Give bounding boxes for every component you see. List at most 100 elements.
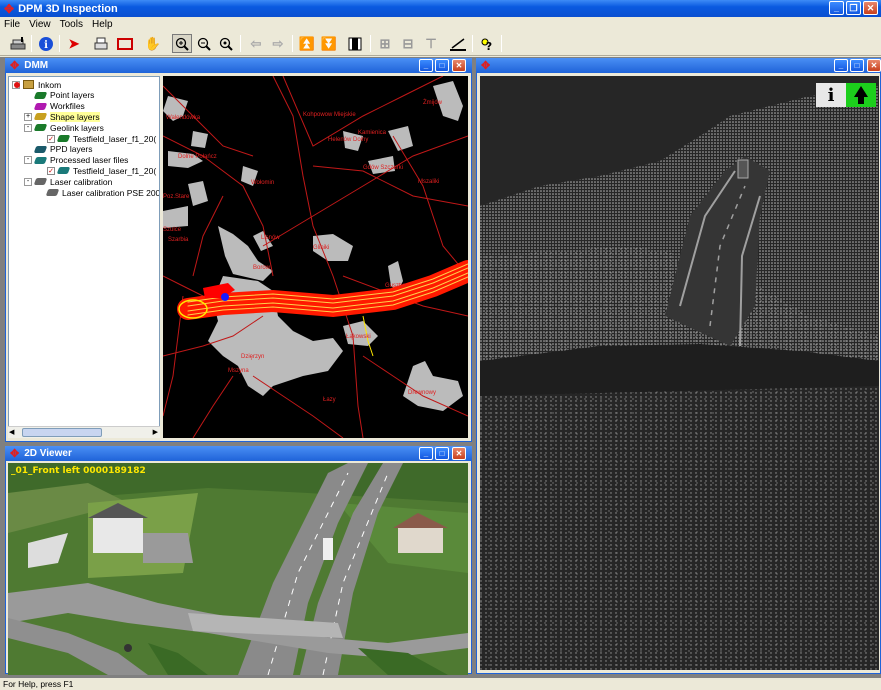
menu-help[interactable]: Help (92, 19, 113, 30)
status-bar: For Help, press F1 (0, 678, 881, 690)
tree-node[interactable]: - Laser calibration (24, 176, 112, 187)
dmm-titlebar: ✥ DMM _ □ ✕ (5, 58, 472, 73)
menu-view[interactable]: View (29, 19, 51, 30)
vector-map-view[interactable]: Walendówka Kohpowow Miejskie Kamienica H… (163, 76, 468, 438)
viewer2d-maximize-button[interactable]: □ (435, 447, 449, 460)
back-icon[interactable]: ⇦ (246, 34, 266, 53)
info-icon[interactable]: i (36, 34, 56, 53)
tree-node[interactable]: ✓ Testfield_laser_f1_20( (36, 133, 156, 144)
viewer2d-title: 2D Viewer (24, 448, 72, 459)
map-label: Poz.Stare (163, 194, 190, 200)
tree-node-label: PPD layers (50, 144, 93, 155)
print-icon[interactable] (91, 34, 111, 53)
map-label: Helenów Dolny (328, 137, 368, 143)
viewer3d-maximize-button[interactable]: □ (850, 59, 864, 72)
window-pin-icon: ✥ (10, 448, 20, 460)
collapse-icon[interactable]: - (24, 123, 32, 132)
tree-node[interactable]: + Shape layers (24, 111, 100, 122)
scroll-right-icon[interactable]: ▶ (153, 428, 158, 436)
tree-node[interactable]: -Inkom (12, 79, 61, 90)
viewer3d-close-button[interactable]: ✕ (867, 59, 881, 72)
map-label: Gdów Szczurki (363, 165, 403, 171)
viewer2d-minimize-button[interactable]: _ (419, 447, 433, 460)
dmm-close-button[interactable]: ✕ (452, 59, 466, 72)
zoom-in-icon[interactable] (172, 34, 192, 53)
scroll-thumb[interactable] (22, 428, 102, 437)
minimize-button[interactable]: _ (829, 1, 844, 15)
tree-node[interactable]: Laser calibration PSE 2006 (36, 187, 159, 198)
direction-indicator-icon[interactable] (846, 83, 876, 107)
map-label: Dolne Połańcz (178, 154, 217, 160)
tool-b-icon[interactable]: ⊟ (398, 34, 418, 53)
tree-node[interactable]: - Geolink layers (24, 122, 104, 133)
status-text: For Help, press F1 (3, 679, 74, 689)
black-white-icon[interactable] (345, 34, 365, 53)
tree-node-label: Inkom (38, 79, 62, 90)
tree-node[interactable]: Workfiles (24, 101, 85, 112)
app-logo-icon: ✥ (4, 1, 15, 16)
zoom-out-icon[interactable] (194, 34, 214, 53)
forward-icon[interactable]: ⇨ (268, 34, 288, 53)
tree-horizontal-scrollbar[interactable]: ◀ ▶ (8, 426, 160, 438)
viewer2d-titlebar: ✥ 2D Viewer _ □ ✕ (5, 446, 472, 461)
map-label: Łazy (323, 397, 336, 403)
map-label: Lisnów (261, 235, 280, 241)
tree-node-label: Testfield_laser_f1_20( (73, 165, 157, 176)
tree-node[interactable]: ✓ Testfield_laser_f1_20( (36, 165, 156, 176)
tree-node[interactable]: - Processed laser files (24, 155, 128, 166)
open-layer-icon[interactable] (8, 34, 28, 53)
tool-c-icon[interactable]: ⊤ (421, 34, 441, 53)
tree-node[interactable]: Point layers (24, 90, 94, 101)
folder-icon (14, 80, 34, 89)
viewer3d-minimize-button[interactable]: _ (834, 59, 848, 72)
workfile-icon (33, 102, 48, 110)
layer-tree[interactable]: -InkomPoint layersWorkfiles+Shape layers… (8, 76, 160, 438)
expand-icon[interactable]: + (24, 112, 32, 121)
close-button[interactable]: ✕ (863, 1, 878, 15)
dmm-minimize-button[interactable]: _ (419, 59, 433, 72)
tree-node-label: Testfield_laser_f1_20( (73, 133, 157, 144)
rect-select-icon[interactable] (115, 34, 135, 53)
collapse-icon[interactable]: - (24, 177, 32, 186)
menu-tools[interactable]: Tools (60, 19, 83, 30)
menu-file[interactable]: File (4, 19, 20, 30)
map-label: Kohpowow Miejskie (303, 112, 356, 118)
map-label: Gliniki (313, 245, 329, 251)
window-pin-icon: ✥ (481, 60, 491, 72)
camera-image-view[interactable]: _01_Front left 0000189182 (8, 463, 468, 675)
scroll-down-icon[interactable]: ⏬ (319, 34, 339, 53)
calibration-icon (33, 178, 48, 186)
tree-node[interactable]: PPD layers (24, 144, 93, 155)
tool-a-icon[interactable]: ⊞ (375, 34, 395, 53)
info-badge-icon[interactable]: i (816, 83, 846, 107)
laser-file-icon (33, 156, 48, 164)
dmm-maximize-button[interactable]: □ (435, 59, 449, 72)
layer-checkbox[interactable]: ✓ (47, 166, 55, 175)
select-arrow-icon[interactable]: ➤ (64, 34, 84, 53)
map-label: Mszaliki (418, 179, 439, 185)
scroll-up-icon[interactable]: ⏫ (297, 34, 317, 53)
svg-text:?: ? (486, 40, 492, 52)
calibration-item-icon (45, 189, 60, 196)
viewer2d-close-button[interactable]: ✕ (452, 447, 466, 460)
map-label: Gusztyn (385, 283, 407, 289)
scroll-left-icon[interactable]: ◀ (9, 428, 14, 436)
tree-node-label: Processed laser files (50, 155, 129, 166)
collapse-icon[interactable]: - (24, 156, 32, 165)
help-icon[interactable]: ? (477, 34, 497, 53)
map-label: Drewnowy (408, 390, 436, 396)
pan-hand-icon[interactable]: ✋ (143, 34, 163, 53)
measure-icon[interactable] (448, 34, 468, 53)
layer-checkbox[interactable]: ✓ (47, 134, 55, 143)
tree-node-label: Shape layers (50, 111, 100, 122)
geolink-layer-icon (33, 124, 48, 132)
point-cloud-view[interactable]: i (480, 76, 879, 670)
laser-item-icon (56, 167, 71, 175)
app-window: ✥ DPM 3D Inspection _ ❐ ✕ File View Tool… (0, 0, 881, 690)
shape-layer-icon (33, 113, 48, 121)
geolink-item-icon (56, 135, 71, 142)
zoom-extent-icon[interactable] (216, 34, 236, 53)
restore-button[interactable]: ❐ (846, 1, 861, 15)
map-label: Łąkowski (346, 334, 371, 340)
tree-node-label: Geolink layers (50, 122, 104, 133)
